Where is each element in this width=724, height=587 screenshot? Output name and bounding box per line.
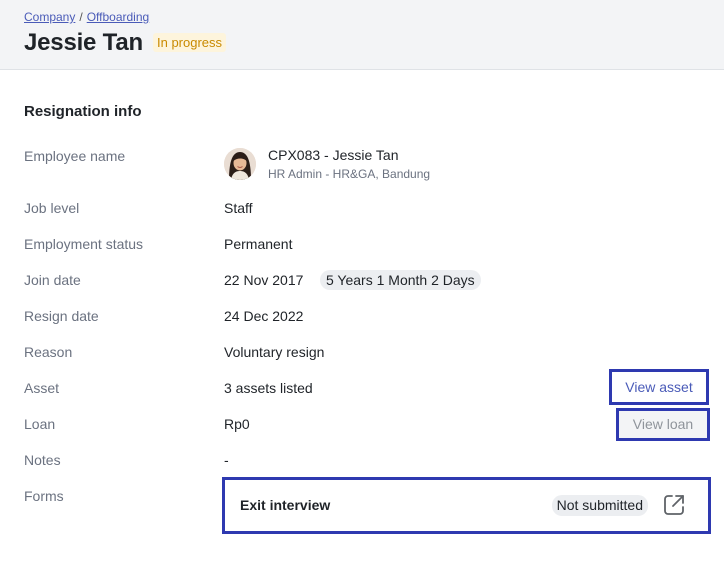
loan-value: Rp0 [224,416,250,432]
join-date-value: 22 Nov 2017 [224,272,304,288]
breadcrumb-company-link[interactable]: Company [24,10,75,24]
exit-interview-form-card[interactable]: Exit interview Not submitted [222,477,711,534]
employment-status-value: Permanent [224,236,293,252]
breadcrumb-offboarding-link[interactable]: Offboarding [87,10,150,24]
page-title: Jessie Tan [24,29,143,56]
resign-date-label: Resign date [24,308,99,324]
external-link-icon[interactable] [661,492,687,518]
status-badge: In progress [153,33,227,52]
notes-label: Notes [24,452,61,468]
employee-position: HR Admin - HR&GA, Bandung [268,167,431,181]
view-asset-button[interactable]: View asset [609,369,709,405]
notes-value: - [224,452,229,468]
tenure-badge: 5 Years 1 Month 2 Days [320,270,481,290]
page-header: Company / Offboarding Jessie Tan In progre… [0,0,724,70]
employee-name-label: Employee name [24,148,126,164]
job-level-label: Job level [24,200,80,216]
breadcrumb: Company / Offboarding [24,10,149,24]
form-status-badge: Not submitted [551,495,648,516]
employment-status-label: Employment status [24,236,144,252]
employee-id-name: CPX083 - Jessie Tan [268,147,399,163]
resign-date-value: 24 Dec 2022 [224,308,304,324]
loan-label: Loan [24,416,56,432]
reason-value: Voluntary resign [224,344,325,360]
view-loan-button[interactable]: View loan [616,408,710,441]
asset-label: Asset [24,380,60,396]
job-level-value: Staff [224,200,253,216]
breadcrumb-separator: / [79,10,83,24]
asset-value: 3 assets listed [224,380,313,396]
reason-label: Reason [24,344,73,360]
forms-label: Forms [24,488,64,504]
avatar [224,148,256,180]
form-name: Exit interview [240,497,331,513]
join-date-label: Join date [24,272,81,288]
section-title: Resignation info [24,103,142,120]
